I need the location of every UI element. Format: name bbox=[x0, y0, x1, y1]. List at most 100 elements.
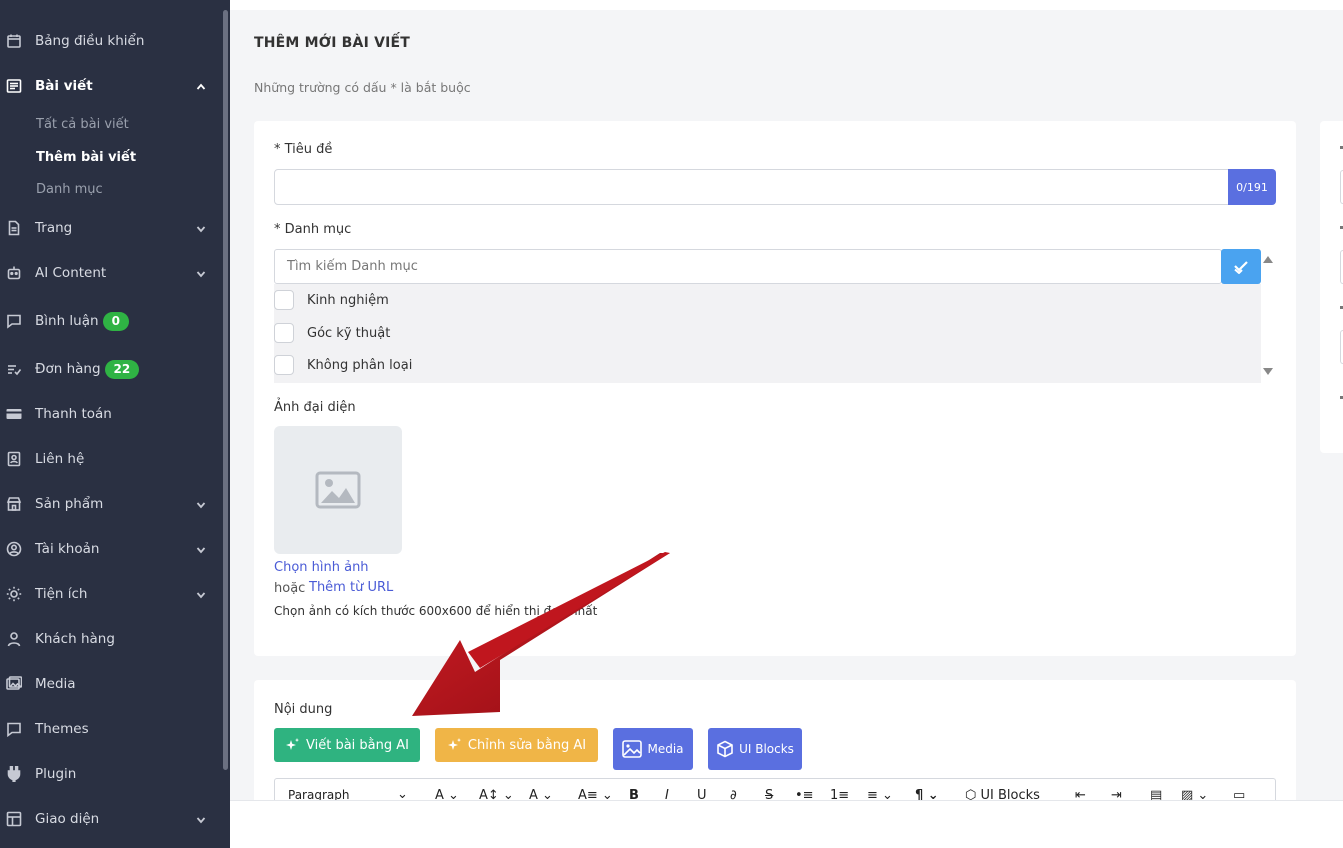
title-label: * Tiêu đề bbox=[274, 142, 333, 157]
sidebar-item-comments[interactable]: Bình luận 0 bbox=[0, 305, 220, 337]
featured-image-placeholder[interactable] bbox=[274, 426, 402, 554]
cube-icon bbox=[717, 740, 733, 758]
sidebar-item-label: AI Content bbox=[35, 265, 107, 281]
layout-icon bbox=[6, 811, 22, 827]
bullet-list-icon[interactable]: •≡ bbox=[795, 788, 814, 800]
align-icon[interactable]: ≡ ⌄ bbox=[867, 788, 893, 800]
category-checkbox[interactable] bbox=[274, 355, 294, 375]
outdent-icon[interactable]: ⇤ bbox=[1075, 788, 1086, 800]
category-label: * Danh mục bbox=[274, 222, 352, 237]
select-all-categories-button[interactable] bbox=[1221, 249, 1261, 284]
sidebar-subitem-add-post[interactable]: Thêm bài viết bbox=[36, 150, 136, 165]
sidebar-subitem-categories[interactable]: Danh mục bbox=[36, 182, 103, 197]
or-text: hoặc bbox=[274, 581, 306, 596]
category-scroll-up[interactable] bbox=[1263, 256, 1273, 263]
sidebar-subitem-all-posts[interactable]: Tất cả bài viết bbox=[36, 117, 129, 132]
image-placeholder-icon bbox=[315, 471, 361, 509]
chevron-down-icon bbox=[196, 222, 206, 233]
chevron-down-icon bbox=[196, 543, 206, 554]
sidebar-item-pages[interactable]: Trang bbox=[0, 212, 220, 244]
strikethrough-icon[interactable]: S bbox=[765, 788, 773, 800]
sidebar-item-accounts[interactable]: Tài khoản bbox=[0, 533, 220, 565]
calendar-icon bbox=[6, 33, 22, 49]
category-option-goc-ky-thuat[interactable]: Góc kỹ thuật bbox=[274, 322, 390, 344]
sidebar-item-products[interactable]: Sản phẩm bbox=[0, 488, 220, 520]
sidebar: Bảng điều khiển Bài viết Tất cả bài viết… bbox=[0, 0, 230, 848]
credit-card-icon bbox=[6, 406, 22, 422]
format-chevron-down-icon[interactable]: ⌄ bbox=[397, 787, 408, 800]
sidebar-scrollbar[interactable] bbox=[223, 10, 228, 770]
numbered-list-icon[interactable]: 1≡ bbox=[830, 788, 849, 800]
orders-icon bbox=[6, 361, 22, 377]
sidebar-item-plugin[interactable]: Plugin bbox=[0, 758, 220, 790]
sidebar-item-media[interactable]: Media bbox=[0, 668, 220, 700]
sidebar-item-label: Trang bbox=[35, 220, 73, 236]
text-height-icon[interactable]: A↕ ⌄ bbox=[479, 788, 514, 800]
font-size-icon[interactable]: A ⌄ bbox=[435, 788, 459, 800]
media-button[interactable]: Media bbox=[613, 728, 693, 770]
paragraph-format-select[interactable]: Paragraph bbox=[288, 788, 349, 800]
store-icon bbox=[6, 496, 22, 512]
category-checkbox[interactable] bbox=[274, 323, 294, 343]
editor-toolbar: Paragraph ⌄ A ⌄ A↕ ⌄ A ⌄ A≡ ⌄ B I U ∂ S … bbox=[274, 778, 1276, 800]
link-icon[interactable]: ∂ bbox=[730, 788, 737, 800]
category-option-khong-phan-loai[interactable]: Không phân loại bbox=[274, 354, 412, 376]
insert-image-icon[interactable]: ▨ ⌄ bbox=[1181, 788, 1208, 800]
sidebar-item-label: Themes bbox=[35, 721, 89, 737]
sidebar-item-label: Tài khoản bbox=[35, 541, 100, 557]
folder-icon[interactable]: ▭ bbox=[1233, 788, 1245, 800]
article-icon bbox=[6, 78, 22, 94]
sidebar-item-orders[interactable]: Đơn hàng 22 bbox=[0, 353, 220, 385]
sidebar-item-label: Tiện ích bbox=[35, 586, 88, 602]
page-subtitle: Những trường có dấu * là bắt buộc bbox=[254, 80, 471, 95]
sun-icon bbox=[6, 586, 22, 602]
chat-square-icon bbox=[6, 721, 22, 737]
add-from-url-link[interactable]: Thêm từ URL bbox=[309, 580, 393, 595]
text-style-icon[interactable]: A≡ ⌄ bbox=[578, 788, 613, 800]
toolbar-ui-blocks[interactable]: ⬡ UI Blocks bbox=[965, 788, 1040, 800]
sidebar-item-ai-content[interactable]: AI Content bbox=[0, 257, 220, 289]
sidebar-item-contacts[interactable]: Liên hệ bbox=[0, 443, 220, 475]
category-scroll-down[interactable] bbox=[1263, 368, 1273, 375]
sidebar-item-label: Giao diện bbox=[35, 811, 100, 827]
category-option-label: Không phân loại bbox=[307, 357, 413, 373]
image-icon bbox=[622, 740, 643, 758]
user-icon bbox=[6, 631, 22, 647]
featured-image-label: Ảnh đại diện bbox=[274, 400, 356, 415]
category-search-input[interactable]: Tìm kiếm Danh mục bbox=[274, 249, 1222, 284]
choose-image-link[interactable]: Chọn hình ảnh bbox=[274, 560, 369, 575]
chevron-down-icon bbox=[196, 813, 206, 824]
chevron-down-icon bbox=[196, 588, 206, 599]
sidebar-item-label: Plugin bbox=[35, 766, 77, 782]
sidebar-item-dashboard[interactable]: Bảng điều khiển bbox=[0, 25, 220, 57]
content-label: Nội dung bbox=[274, 702, 333, 717]
underline-icon[interactable]: U bbox=[697, 788, 707, 800]
sidebar-item-label: Bài viết bbox=[35, 78, 93, 94]
sidebar-item-themes[interactable]: Themes bbox=[0, 713, 220, 745]
ui-blocks-button[interactable]: UI Blocks bbox=[708, 728, 802, 770]
category-option-kinh-nghiem[interactable]: Kinh nghiệm bbox=[274, 289, 389, 311]
sidebar-item-utilities[interactable]: Tiện ích bbox=[0, 578, 220, 610]
comments-count-badge: 0 bbox=[102, 311, 129, 331]
user-circle-icon bbox=[6, 541, 22, 557]
italic-icon[interactable]: I bbox=[665, 788, 669, 800]
category-option-label: Kinh nghiệm bbox=[307, 292, 389, 308]
sidebar-item-customers[interactable]: Khách hàng bbox=[0, 623, 220, 655]
category-checkbox[interactable] bbox=[274, 290, 294, 310]
document-icon[interactable]: ▤ bbox=[1150, 788, 1162, 800]
title-input[interactable] bbox=[274, 169, 1230, 205]
plug-icon bbox=[6, 766, 22, 782]
text-color-icon[interactable]: A ⌄ bbox=[529, 788, 553, 800]
paragraph-mark-icon[interactable]: ¶ ⌄ bbox=[915, 788, 939, 800]
sparkles-icon bbox=[447, 738, 461, 750]
sidebar-item-interface[interactable]: Giao diện bbox=[0, 803, 220, 835]
sidebar-item-posts[interactable]: Bài viết bbox=[0, 70, 220, 102]
sidebar-item-payments[interactable]: Thanh toán bbox=[0, 398, 220, 430]
bold-icon[interactable]: B bbox=[629, 788, 639, 800]
edit-with-ai-label: Chỉnh sửa bằng AI bbox=[467, 737, 587, 753]
write-with-ai-button[interactable]: Viết bài bằng AI bbox=[274, 728, 420, 762]
indent-icon[interactable]: ⇥ bbox=[1111, 788, 1122, 800]
edit-with-ai-button[interactable]: Chỉnh sửa bằng AI bbox=[435, 728, 598, 762]
comment-icon bbox=[6, 313, 22, 329]
write-with-ai-label: Viết bài bằng AI bbox=[306, 737, 409, 753]
